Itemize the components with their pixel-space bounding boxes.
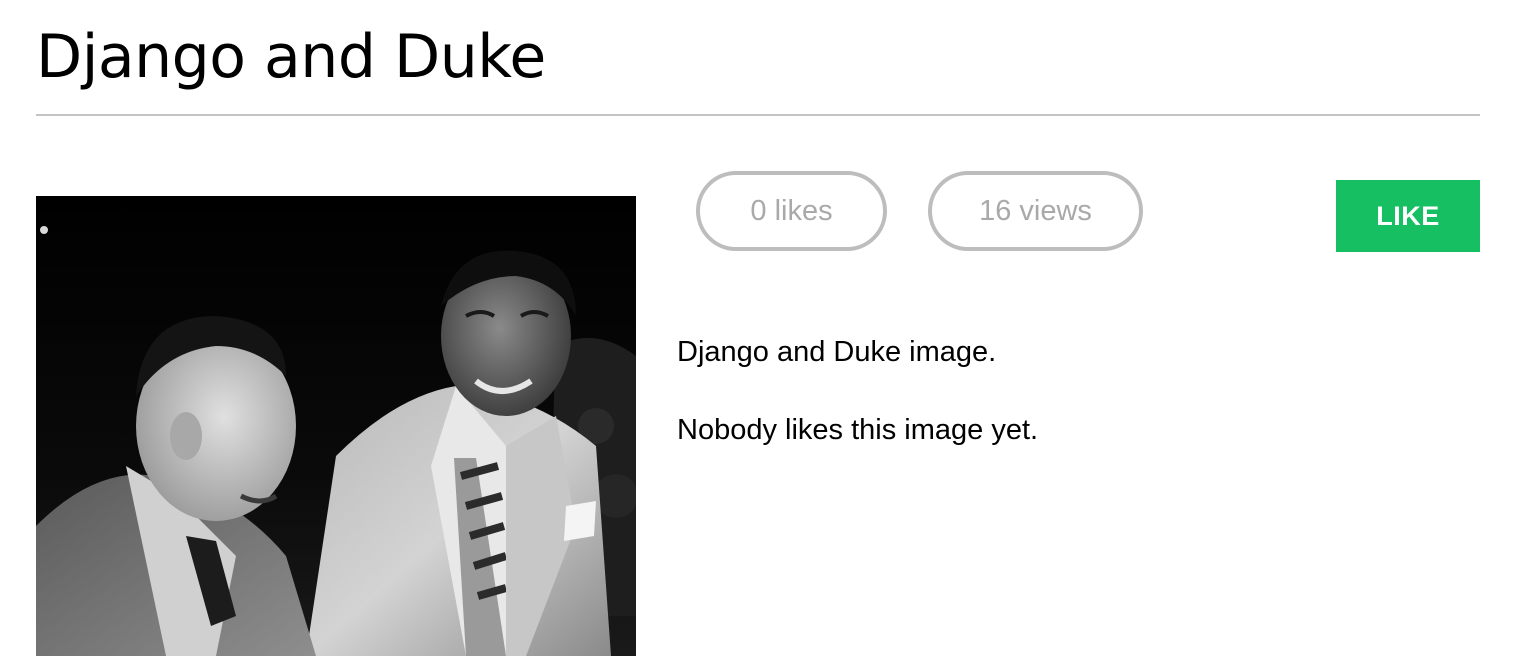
- image-description: Django and Duke image.: [677, 336, 997, 368]
- views-count-badge: 16 views: [928, 171, 1143, 251]
- page-title: Django and Duke: [36, 22, 546, 92]
- likes-count-badge: 0 likes: [696, 171, 887, 251]
- likes-message: Nobody likes this image yet.: [677, 414, 1039, 446]
- title-divider: [36, 114, 1480, 116]
- photo: [36, 196, 636, 656]
- like-button[interactable]: LIKE: [1336, 180, 1480, 252]
